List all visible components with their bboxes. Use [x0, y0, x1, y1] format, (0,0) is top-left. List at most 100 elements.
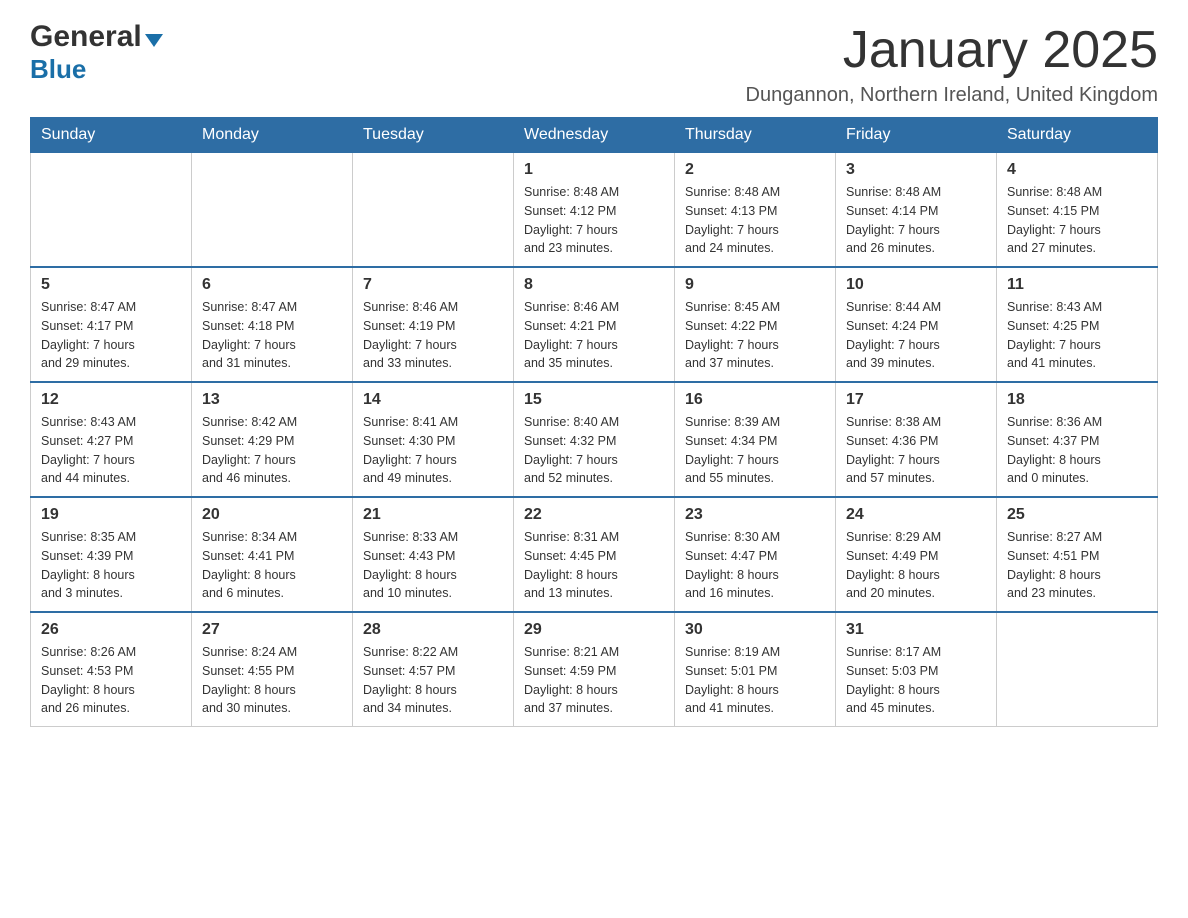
day-number: 5	[41, 276, 181, 294]
day-number: 29	[524, 621, 664, 639]
calendar: SundayMondayTuesdayWednesdayThursdayFrid…	[30, 117, 1158, 727]
logo: General Blue	[30, 20, 163, 85]
day-info: Sunrise: 8:47 AM Sunset: 4:17 PM Dayligh…	[41, 298, 181, 373]
calendar-week-4: 19Sunrise: 8:35 AM Sunset: 4:39 PM Dayli…	[31, 497, 1158, 612]
day-info: Sunrise: 8:31 AM Sunset: 4:45 PM Dayligh…	[524, 528, 664, 603]
day-number: 1	[524, 161, 664, 179]
day-info: Sunrise: 8:45 AM Sunset: 4:22 PM Dayligh…	[685, 298, 825, 373]
day-info: Sunrise: 8:48 AM Sunset: 4:12 PM Dayligh…	[524, 183, 664, 258]
day-info: Sunrise: 8:48 AM Sunset: 4:14 PM Dayligh…	[846, 183, 986, 258]
day-number: 3	[846, 161, 986, 179]
calendar-cell: 1 Sunrise: 8:48 AM Sunset: 4:12 PM Daylig…	[514, 153, 675, 268]
calendar-cell: 14Sunrise: 8:41 AM Sunset: 4:30 PM Dayli…	[353, 382, 514, 497]
day-header-friday: Friday	[836, 118, 997, 153]
day-header-saturday: Saturday	[997, 118, 1158, 153]
day-number: 9	[685, 276, 825, 294]
day-number: 25	[1007, 506, 1147, 524]
day-info: Sunrise: 8:33 AM Sunset: 4:43 PM Dayligh…	[363, 528, 503, 603]
day-number: 20	[202, 506, 342, 524]
day-info: Sunrise: 8:22 AM Sunset: 4:57 PM Dayligh…	[363, 643, 503, 718]
calendar-cell: 11 Sunrise: 8:43 AM Sunset: 4:25 PM Dayli…	[997, 267, 1158, 382]
calendar-cell: 3 Sunrise: 8:48 AM Sunset: 4:14 PM Daylig…	[836, 153, 997, 268]
calendar-cell: 21 Sunrise: 8:33 AM Sunset: 4:43 PM Dayli…	[353, 497, 514, 612]
day-number: 11	[1007, 276, 1147, 294]
day-number: 7	[363, 276, 503, 294]
day-number: 18	[1007, 391, 1147, 409]
calendar-cell: 4 Sunrise: 8:48 AM Sunset: 4:15 PM Daylig…	[997, 153, 1158, 268]
calendar-cell: 30Sunrise: 8:19 AM Sunset: 5:01 PM Dayli…	[675, 612, 836, 727]
day-info: Sunrise: 8:29 AM Sunset: 4:49 PM Dayligh…	[846, 528, 986, 603]
calendar-cell: 22 Sunrise: 8:31 AM Sunset: 4:45 PM Dayli…	[514, 497, 675, 612]
calendar-cell: 18 Sunrise: 8:36 AM Sunset: 4:37 PM Dayli…	[997, 382, 1158, 497]
calendar-header-row: SundayMondayTuesdayWednesdayThursdayFrid…	[31, 118, 1158, 153]
day-info: Sunrise: 8:42 AM Sunset: 4:29 PM Dayligh…	[202, 413, 342, 488]
day-info: Sunrise: 8:47 AM Sunset: 4:18 PM Dayligh…	[202, 298, 342, 373]
calendar-cell: 31Sunrise: 8:17 AM Sunset: 5:03 PM Dayli…	[836, 612, 997, 727]
day-number: 16	[685, 391, 825, 409]
day-number: 14	[363, 391, 503, 409]
calendar-week-3: 12 Sunrise: 8:43 AM Sunset: 4:27 PM Dayli…	[31, 382, 1158, 497]
day-info: Sunrise: 8:34 AM Sunset: 4:41 PM Dayligh…	[202, 528, 342, 603]
calendar-cell: 16 Sunrise: 8:39 AM Sunset: 4:34 PM Dayli…	[675, 382, 836, 497]
day-header-sunday: Sunday	[31, 118, 192, 153]
day-number: 28	[363, 621, 503, 639]
day-info: Sunrise: 8:21 AM Sunset: 4:59 PM Dayligh…	[524, 643, 664, 718]
logo-blue: Blue	[30, 54, 86, 85]
day-number: 21	[363, 506, 503, 524]
calendar-cell: 26 Sunrise: 8:26 AM Sunset: 4:53 PM Dayli…	[31, 612, 192, 727]
day-info: Sunrise: 8:35 AM Sunset: 4:39 PM Dayligh…	[41, 528, 181, 603]
day-header-wednesday: Wednesday	[514, 118, 675, 153]
calendar-cell: 10 Sunrise: 8:44 AM Sunset: 4:24 PM Dayli…	[836, 267, 997, 382]
day-info: Sunrise: 8:26 AM Sunset: 4:53 PM Dayligh…	[41, 643, 181, 718]
page-header: General Blue January 2025 Dungannon, Nor…	[30, 20, 1158, 107]
day-number: 31	[846, 621, 986, 639]
day-info: Sunrise: 8:36 AM Sunset: 4:37 PM Dayligh…	[1007, 413, 1147, 488]
calendar-cell: 20 Sunrise: 8:34 AM Sunset: 4:41 PM Dayli…	[192, 497, 353, 612]
calendar-cell: 9 Sunrise: 8:45 AM Sunset: 4:22 PM Daylig…	[675, 267, 836, 382]
day-info: Sunrise: 8:44 AM Sunset: 4:24 PM Dayligh…	[846, 298, 986, 373]
day-info: Sunrise: 8:48 AM Sunset: 4:15 PM Dayligh…	[1007, 183, 1147, 258]
calendar-week-1: 1 Sunrise: 8:48 AM Sunset: 4:12 PM Daylig…	[31, 153, 1158, 268]
day-number: 8	[524, 276, 664, 294]
calendar-cell: 25 Sunrise: 8:27 AM Sunset: 4:51 PM Dayli…	[997, 497, 1158, 612]
calendar-cell: 2 Sunrise: 8:48 AM Sunset: 4:13 PM Daylig…	[675, 153, 836, 268]
calendar-week-2: 5 Sunrise: 8:47 AM Sunset: 4:17 PM Daylig…	[31, 267, 1158, 382]
day-info: Sunrise: 8:30 AM Sunset: 4:47 PM Dayligh…	[685, 528, 825, 603]
day-number: 26	[41, 621, 181, 639]
day-number: 24	[846, 506, 986, 524]
day-number: 12	[41, 391, 181, 409]
calendar-week-5: 26 Sunrise: 8:26 AM Sunset: 4:53 PM Dayli…	[31, 612, 1158, 727]
calendar-cell: 8Sunrise: 8:46 AM Sunset: 4:21 PM Daylig…	[514, 267, 675, 382]
day-info: Sunrise: 8:40 AM Sunset: 4:32 PM Dayligh…	[524, 413, 664, 488]
calendar-cell: 5 Sunrise: 8:47 AM Sunset: 4:17 PM Daylig…	[31, 267, 192, 382]
day-number: 13	[202, 391, 342, 409]
day-number: 2	[685, 161, 825, 179]
day-header-monday: Monday	[192, 118, 353, 153]
day-info: Sunrise: 8:48 AM Sunset: 4:13 PM Dayligh…	[685, 183, 825, 258]
title-section: January 2025 Dungannon, Northern Ireland…	[746, 20, 1158, 107]
day-info: Sunrise: 8:43 AM Sunset: 4:25 PM Dayligh…	[1007, 298, 1147, 373]
calendar-cell: 12 Sunrise: 8:43 AM Sunset: 4:27 PM Dayli…	[31, 382, 192, 497]
calendar-cell	[192, 153, 353, 268]
calendar-cell	[31, 153, 192, 268]
day-number: 6	[202, 276, 342, 294]
calendar-cell: 15Sunrise: 8:40 AM Sunset: 4:32 PM Dayli…	[514, 382, 675, 497]
day-info: Sunrise: 8:27 AM Sunset: 4:51 PM Dayligh…	[1007, 528, 1147, 603]
day-info: Sunrise: 8:19 AM Sunset: 5:01 PM Dayligh…	[685, 643, 825, 718]
logo-general: General	[30, 20, 142, 54]
day-number: 4	[1007, 161, 1147, 179]
day-info: Sunrise: 8:39 AM Sunset: 4:34 PM Dayligh…	[685, 413, 825, 488]
day-number: 27	[202, 621, 342, 639]
calendar-cell: 13 Sunrise: 8:42 AM Sunset: 4:29 PM Dayli…	[192, 382, 353, 497]
day-header-tuesday: Tuesday	[353, 118, 514, 153]
day-info: Sunrise: 8:43 AM Sunset: 4:27 PM Dayligh…	[41, 413, 181, 488]
day-number: 10	[846, 276, 986, 294]
calendar-cell: 27Sunrise: 8:24 AM Sunset: 4:55 PM Dayli…	[192, 612, 353, 727]
calendar-cell	[997, 612, 1158, 727]
location: Dungannon, Northern Ireland, United King…	[746, 84, 1158, 107]
calendar-cell: 6 Sunrise: 8:47 AM Sunset: 4:18 PM Daylig…	[192, 267, 353, 382]
logo-triangle-icon	[145, 34, 163, 47]
day-header-thursday: Thursday	[675, 118, 836, 153]
month-title: January 2025	[746, 20, 1158, 80]
day-number: 22	[524, 506, 664, 524]
